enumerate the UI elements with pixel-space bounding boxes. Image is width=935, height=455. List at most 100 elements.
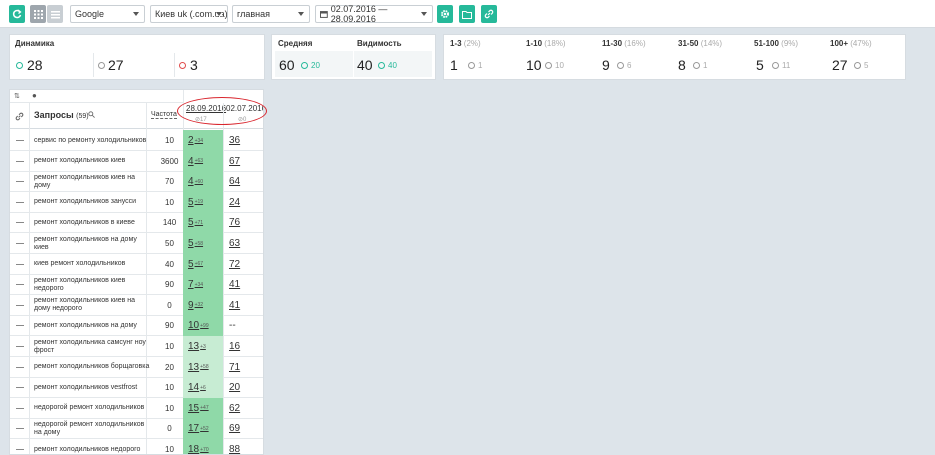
position-current[interactable]: 4 +63	[183, 150, 223, 172]
row-handle-icon[interactable]	[16, 387, 24, 389]
position-previous[interactable]: 71	[223, 357, 263, 378]
row-handle-icon[interactable]	[16, 449, 24, 450]
region-select[interactable]: Киев uk (.com.ua)	[150, 5, 228, 23]
folder-icon	[462, 10, 472, 19]
table-row[interactable]: ремонт холодильников на дому киев 50 5 +58 6…	[10, 233, 263, 254]
position-previous[interactable]: 64	[223, 171, 263, 192]
visibility-delta: 40	[388, 61, 397, 70]
settings-button[interactable]	[437, 5, 453, 23]
row-handle-icon[interactable]	[16, 366, 24, 368]
position-current[interactable]: 9 +32	[183, 294, 223, 316]
row-handle-icon[interactable]	[16, 263, 24, 265]
position-previous[interactable]: 20	[223, 377, 263, 398]
refresh-button[interactable]	[9, 5, 25, 23]
page-select[interactable]: главная	[232, 5, 310, 23]
position-previous[interactable]: 24	[223, 192, 263, 213]
position-current[interactable]: 5 +58	[183, 233, 223, 254]
position-current[interactable]: 5 +19	[183, 191, 223, 213]
position-delta: +71	[194, 219, 204, 226]
table-row[interactable]: недорогой ремонт холодильников на дому 0 1…	[10, 418, 263, 440]
query-text: ремонт холодильников на дому	[34, 321, 137, 329]
up-dot-icon	[16, 62, 23, 69]
row-handle-icon[interactable]	[16, 346, 24, 347]
table-row[interactable]: ремонт холодильников недорого 10 18 +70 88	[10, 439, 263, 454]
query-text: сервис по ремонту холодильников	[34, 136, 147, 144]
table-row[interactable]: ремонт холодильников на дому 90 10 +99 --	[10, 315, 263, 337]
position-current[interactable]: 4 +60	[183, 171, 223, 193]
dynamics-up-count: 28	[27, 57, 43, 73]
position-previous[interactable]: --	[223, 315, 263, 336]
frequency-header[interactable]: Частота	[151, 111, 177, 119]
same-dot-icon	[693, 62, 700, 69]
link-button[interactable]	[481, 5, 497, 23]
position-current[interactable]: 18 +70	[183, 439, 223, 454]
link-icon[interactable]	[15, 112, 24, 121]
table-row[interactable]: недорогой ремонт холодильников 10 15 +47 62	[10, 397, 263, 419]
table-row[interactable]: ремонт холодильников киев 3600 4 +63 67	[10, 150, 263, 172]
position-previous[interactable]: 16	[223, 336, 263, 357]
folder-button[interactable]	[459, 5, 475, 23]
position-current[interactable]: 5 +67	[183, 253, 223, 275]
row-handle-icon[interactable]	[16, 201, 24, 203]
position-current[interactable]: 7 +34	[183, 274, 223, 296]
same-dot-icon	[854, 62, 861, 69]
row-handle-icon[interactable]	[16, 407, 24, 409]
down-dot-icon	[179, 62, 186, 69]
position-previous[interactable]: 72	[223, 254, 263, 275]
row-handle-icon[interactable]	[16, 181, 24, 183]
position-previous[interactable]: 63	[223, 233, 263, 254]
table-row[interactable]: киев ремонт холодильников 40 5 +67 72	[10, 253, 263, 275]
grid-view-button[interactable]	[30, 5, 46, 23]
position-current[interactable]: 2 +34	[183, 130, 223, 151]
same-dot-icon	[98, 62, 105, 69]
table-row[interactable]: сервис по ремонту холодильников 10 2 +34 36	[10, 130, 263, 151]
position-current[interactable]: 10 +99	[183, 315, 223, 337]
position-current[interactable]: 5 +71	[183, 212, 223, 234]
table-row[interactable]: ремонт холодильников занусси 10 5 +19 24	[10, 191, 263, 213]
position-delta: +99	[200, 322, 209, 329]
query-text: ремонт холодильников киев недорого	[34, 276, 126, 292]
table-row[interactable]: ремонт холодильника самсунг ноу фрост 10 1…	[10, 336, 263, 357]
row-handle-icon[interactable]	[16, 160, 24, 162]
position-current[interactable]: 14 +6	[183, 377, 223, 399]
queries-header[interactable]: Запросы (59)	[34, 110, 89, 120]
search-icon[interactable]	[88, 111, 95, 118]
position-current[interactable]: 17 +52	[183, 418, 223, 440]
position-current[interactable]: 13 +3	[183, 336, 223, 357]
position-previous[interactable]: 62	[223, 398, 263, 419]
position-previous[interactable]: 76	[223, 212, 263, 233]
position-previous[interactable]: 41	[223, 295, 263, 316]
dynamics-same-count: 27	[108, 57, 124, 73]
row-handle-icon[interactable]	[16, 243, 24, 244]
row-handle-icon[interactable]	[16, 222, 24, 224]
position-previous[interactable]: 41	[223, 274, 263, 295]
table-row[interactable]: ремонт холодильников киев на дому недоро…	[10, 294, 263, 316]
position-previous[interactable]: 67	[223, 151, 263, 172]
list-view-button[interactable]	[47, 5, 63, 23]
row-handle-icon[interactable]	[16, 304, 24, 306]
date-range-select[interactable]: 02.07.2016 — 28.09.2016	[315, 4, 433, 24]
position-ranges-panel: 1-3 (2%) 1 1 1-10 (18%) 10 10 11-30 (16%…	[443, 34, 906, 80]
visibility-title: Видимость	[357, 39, 402, 48]
position-previous[interactable]: 88	[223, 439, 263, 454]
table-row[interactable]: ремонт холодильников vestfrost 10 14 +6 20	[10, 377, 263, 399]
table-row[interactable]: ремонт холодильников киев недорого 90 7 +34…	[10, 274, 263, 296]
position-current[interactable]: 15 +47	[183, 397, 223, 419]
row-handle-icon[interactable]	[16, 140, 24, 141]
chevron-down-icon	[421, 12, 427, 16]
position-delta: +47	[200, 405, 209, 412]
table-row[interactable]: ремонт холодильников киев на дому 70 4 +60 6…	[10, 171, 263, 193]
position-delta: +34	[194, 281, 204, 288]
position-previous[interactable]: 36	[223, 130, 263, 151]
tag-icon[interactable]: ●	[32, 91, 37, 100]
table-row[interactable]: ремонт холодильников борщаговка 20 13 +58 71	[10, 356, 263, 378]
position-previous[interactable]: 69	[223, 418, 263, 439]
plus-icon	[301, 62, 308, 69]
row-handle-icon[interactable]	[16, 428, 24, 430]
row-handle-icon[interactable]	[16, 325, 24, 327]
sort-icon[interactable]: ⇅	[14, 92, 20, 100]
table-row[interactable]: ремонт холодильников в киеве 140 5 +71 76	[10, 212, 263, 234]
row-handle-icon[interactable]	[16, 284, 24, 286]
position-current[interactable]: 13 +58	[183, 356, 223, 378]
search-engine-select[interactable]: Google	[70, 5, 145, 23]
